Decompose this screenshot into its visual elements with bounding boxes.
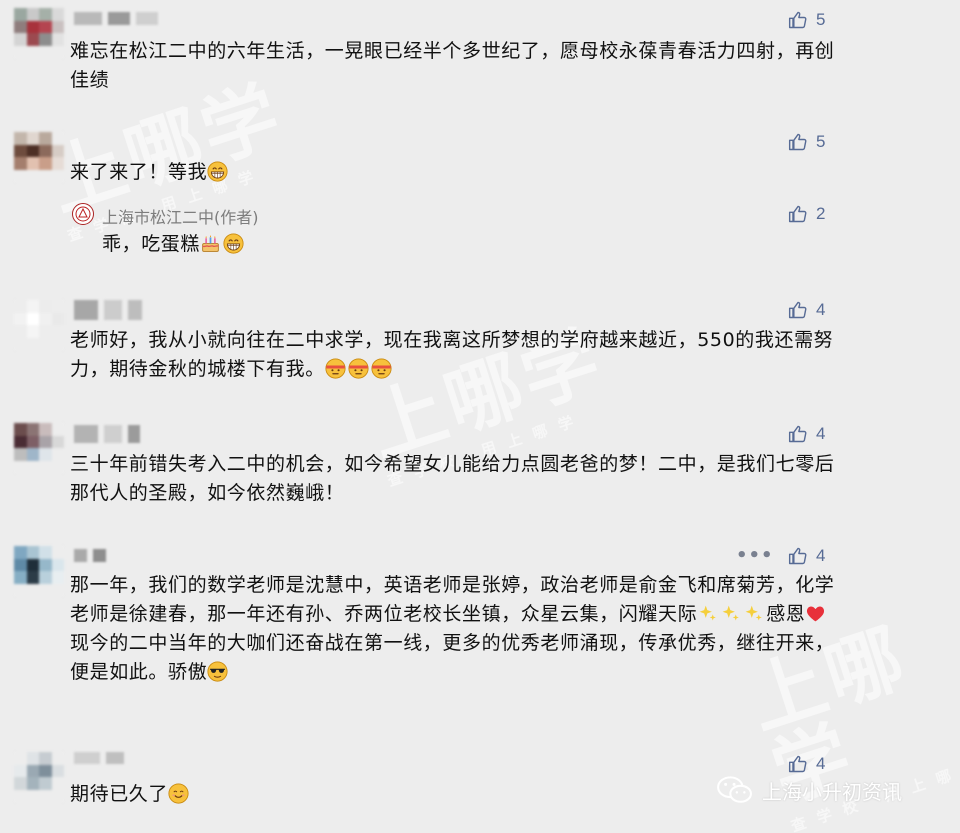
thumbs-up-icon xyxy=(788,547,807,565)
avatar[interactable] xyxy=(14,8,64,58)
like-count: 4 xyxy=(816,300,826,319)
sparkles-icon xyxy=(722,605,740,621)
brand-name: 上海小升初资讯 xyxy=(762,779,902,804)
username-blurred[interactable] xyxy=(74,752,124,764)
like-count: 4 xyxy=(816,424,826,443)
like-button[interactable]: 5 xyxy=(788,10,825,30)
like-button[interactable]: 4 xyxy=(788,424,825,444)
username-blurred[interactable] xyxy=(74,425,140,443)
thumbs-up-icon xyxy=(788,425,807,443)
sparkles-icon xyxy=(699,605,717,621)
comment-text-content: 三十年前错失考入二中的机会，如今希望女儿能给力点圆老爸的梦！二中，是我们七零后那… xyxy=(70,453,835,504)
sunglasses-face-icon xyxy=(207,661,228,682)
more-options-button[interactable]: ••• xyxy=(736,545,774,566)
like-count: 4 xyxy=(816,546,826,565)
sparkles-icon xyxy=(745,605,763,621)
like-button[interactable]: 4 xyxy=(788,300,825,320)
avatar[interactable] xyxy=(14,752,64,802)
comment-text-content: 期待已久了 xyxy=(70,783,169,805)
smiling-face-icon xyxy=(168,783,189,804)
headband-face-icon xyxy=(371,358,392,379)
author-name: 上海市松江二中(作者) xyxy=(102,208,259,227)
thumbs-up-icon xyxy=(788,133,807,151)
thumbs-up-icon xyxy=(788,301,807,319)
watermark-main: 上哪学 xyxy=(37,69,294,228)
comment-text-tail: 感恩 xyxy=(766,603,806,625)
birthday-cake-icon xyxy=(202,235,219,252)
username-blurred[interactable] xyxy=(74,300,142,320)
comment-text: 期待已久了 xyxy=(70,780,570,809)
comment-text-content: 来了来了！等我 xyxy=(70,161,208,183)
thumbs-up-icon xyxy=(788,205,807,223)
like-count: 4 xyxy=(816,754,826,773)
comment-text: 三十年前错失考入二中的机会，如今希望女儿能给力点圆老爸的梦！二中，是我们七零后那… xyxy=(70,450,845,508)
like-count: 5 xyxy=(816,132,826,151)
red-heart-icon xyxy=(807,606,825,622)
reply-text-content: 乖，吃蛋糕 xyxy=(102,233,201,255)
headband-face-icon xyxy=(325,358,346,379)
grinning-face-icon xyxy=(207,161,228,182)
wechat-icon xyxy=(717,776,752,803)
comment-text-content-2: 现今的二中当年的大咖们还奋战在第一线，更多的优秀老师涌现，传承优秀，继往开来，便… xyxy=(70,632,835,683)
like-button[interactable]: 4 xyxy=(788,754,825,774)
comment-text: 那一年，我们的数学老师是沈慧中，英语老师是张婷，政治老师是俞金飞和席菊芳，化学老… xyxy=(70,571,845,687)
thumbs-up-icon xyxy=(788,755,807,773)
like-button[interactable]: 2 xyxy=(788,204,825,224)
username-blurred[interactable] xyxy=(74,549,106,562)
like-button[interactable]: 5 xyxy=(788,132,825,152)
like-button[interactable]: 4 xyxy=(788,546,825,566)
school-logo-icon xyxy=(72,203,94,225)
comment-text: 难忘在松江二中的六年生活，一晃眼已经半个多世纪了，愿母校永葆青春活力四射，再创佳… xyxy=(70,37,845,95)
grinning-face-icon xyxy=(223,233,244,254)
comment-text: 来了来了！等我 xyxy=(70,158,845,187)
avatar[interactable] xyxy=(14,546,64,596)
thumbs-up-icon xyxy=(788,11,807,29)
comment-text: 老师好，我从小就向往在二中求学，现在我离这所梦想的学府越来越近，550的我还需努… xyxy=(70,326,845,384)
avatar[interactable] xyxy=(14,300,64,350)
like-count: 2 xyxy=(816,204,826,223)
username-blurred[interactable] xyxy=(74,12,158,25)
like-count: 5 xyxy=(816,10,826,29)
avatar[interactable] xyxy=(14,423,64,473)
headband-face-icon xyxy=(348,358,369,379)
brand-watermark: 上海小升初资讯 xyxy=(716,775,902,805)
comments-page: 上哪学 查学校 用上哪学 上哪学 查学校 用上哪学 上哪学 查学校 用上哪学 5… xyxy=(0,0,960,833)
comment-text-content: 难忘在松江二中的六年生活，一晃眼已经半个多世纪了，愿母校永葆青春活力四射，再创佳… xyxy=(70,40,835,91)
reply-text: 乖，吃蛋糕 xyxy=(102,230,702,259)
comment-text-content: 老师好，我从小就向往在二中求学，现在我离这所梦想的学府越来越近，550的我还需努… xyxy=(70,329,834,380)
avatar[interactable] xyxy=(14,132,64,182)
